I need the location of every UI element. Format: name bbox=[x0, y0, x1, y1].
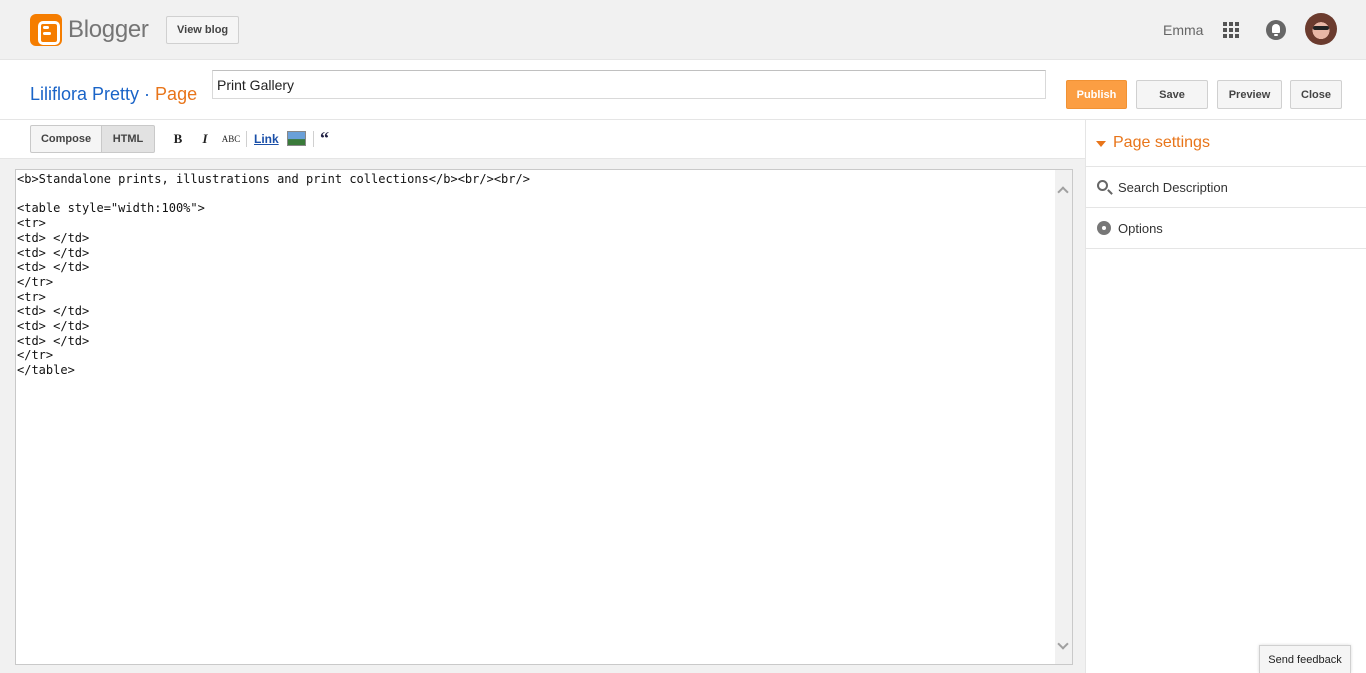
search-description-label: Search Description bbox=[1118, 180, 1228, 195]
preview-button[interactable]: Preview bbox=[1217, 80, 1282, 109]
editor-mode-toggle: Compose HTML bbox=[30, 125, 155, 153]
editor-scrollbar[interactable] bbox=[1055, 170, 1072, 664]
notifications-bell-icon[interactable] bbox=[1266, 20, 1286, 40]
page-settings-panel: Page settings Search Description Options bbox=[1085, 120, 1366, 673]
page-settings-header[interactable]: Page settings bbox=[1086, 120, 1366, 167]
search-icon bbox=[1097, 180, 1108, 191]
blog-name-link[interactable]: Liliflora Pretty bbox=[30, 84, 139, 104]
avatar[interactable] bbox=[1305, 13, 1337, 45]
caret-down-icon bbox=[1096, 141, 1106, 147]
send-feedback-button[interactable]: Send feedback bbox=[1259, 645, 1351, 673]
post-title-bar: Liliflora Pretty · Page Publish Save Pre… bbox=[0, 60, 1366, 120]
blogger-logo[interactable]: Blogger bbox=[30, 14, 149, 46]
link-button[interactable]: Link bbox=[254, 130, 279, 148]
italic-button[interactable]: I bbox=[199, 130, 211, 148]
scroll-up-icon[interactable] bbox=[1057, 186, 1069, 198]
gear-icon bbox=[1097, 221, 1111, 235]
scroll-down-icon[interactable] bbox=[1057, 638, 1069, 650]
search-description-item[interactable]: Search Description bbox=[1086, 167, 1366, 208]
toolbar-divider bbox=[313, 131, 314, 147]
page-settings-title: Page settings bbox=[1113, 134, 1210, 151]
page-title-input[interactable] bbox=[212, 70, 1046, 99]
blogger-logo-icon bbox=[30, 14, 62, 46]
post-kind: Page bbox=[155, 84, 198, 104]
editor-area: <b>Standalone prints, illustrations and … bbox=[0, 159, 1085, 673]
html-mode-button[interactable]: HTML bbox=[102, 125, 155, 153]
publish-button[interactable]: Publish bbox=[1066, 80, 1127, 109]
html-source-text[interactable]: <b>Standalone prints, illustrations and … bbox=[17, 172, 1055, 378]
close-button[interactable]: Close bbox=[1290, 80, 1342, 109]
breadcrumb-separator: · bbox=[139, 84, 156, 104]
bold-button[interactable]: B bbox=[172, 130, 184, 148]
editor-toolbar: Compose HTML B I ABC Link “ bbox=[0, 120, 1085, 159]
options-item[interactable]: Options bbox=[1086, 208, 1366, 249]
spellcheck-button[interactable]: ABC bbox=[221, 130, 241, 148]
app-name: Blogger bbox=[68, 16, 149, 43]
save-button[interactable]: Save bbox=[1136, 80, 1208, 109]
quote-button[interactable]: “ bbox=[320, 128, 329, 148]
view-blog-button[interactable]: View blog bbox=[166, 16, 240, 44]
apps-grid-icon[interactable] bbox=[1223, 22, 1239, 38]
insert-image-icon[interactable] bbox=[287, 131, 306, 146]
options-label: Options bbox=[1118, 221, 1163, 236]
username[interactable]: Emma bbox=[1163, 22, 1203, 38]
html-editor[interactable]: <b>Standalone prints, illustrations and … bbox=[15, 169, 1073, 665]
toolbar-divider bbox=[246, 131, 247, 147]
compose-mode-button[interactable]: Compose bbox=[30, 125, 102, 153]
top-bar: Blogger View blog Emma bbox=[0, 0, 1366, 60]
blog-breadcrumb: Liliflora Pretty · Page bbox=[30, 84, 197, 105]
